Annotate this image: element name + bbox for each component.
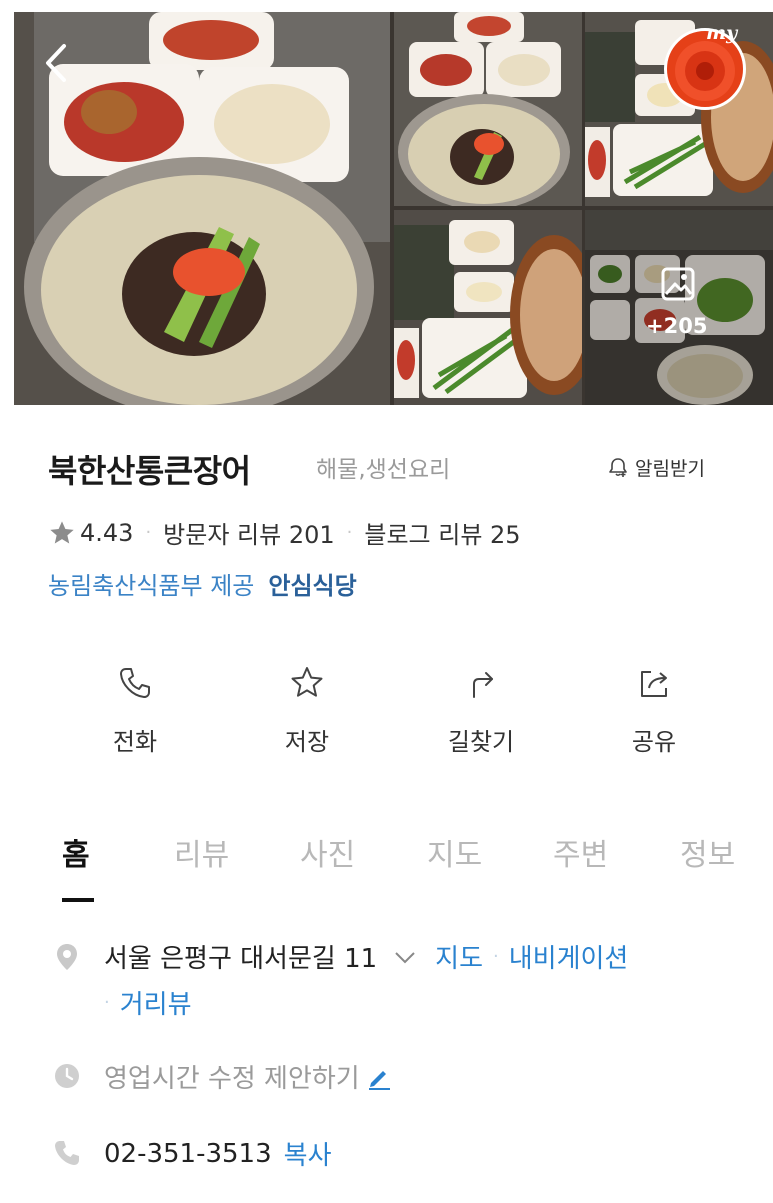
separator-dot: · (346, 522, 353, 543)
separator-dot: · (493, 946, 499, 967)
photo-more-count[interactable]: +205 (646, 314, 707, 338)
star-icon (50, 520, 74, 543)
phone-icon (55, 1141, 79, 1165)
address-row-2: · 거리뷰 (104, 984, 192, 1021)
visitor-reviews-link[interactable]: 방문자 리뷰 201 (163, 515, 334, 550)
hours-suggest-link[interactable]: 영업시간 수정 제안하기 (104, 1058, 392, 1095)
place-category: 해물,생선요리 (316, 457, 451, 483)
streetview-link[interactable]: 거리뷰 (120, 984, 192, 1021)
share-button[interactable]: 공유 (594, 664, 714, 757)
tab-reviews[interactable]: 리뷰 (174, 830, 229, 874)
active-tab-indicator (62, 898, 94, 902)
certification-badge[interactable]: 안심식당 (268, 566, 356, 601)
notify-label: 알림받기 (635, 457, 705, 480)
gallery-more-icon[interactable] (658, 264, 698, 304)
my-badge-label: my (706, 22, 738, 44)
photo-thumb-4[interactable] (585, 210, 773, 405)
certification-row: 농림축산식품부 제공 안심식당 (48, 566, 357, 601)
address-text: 서울 은평구 대서문길 11 (104, 944, 378, 974)
blog-reviews-link[interactable]: 블로그 리뷰 25 (364, 515, 520, 550)
phone-row: 02-351-3513 복사 (104, 1135, 332, 1172)
tab-map[interactable]: 지도 (427, 830, 482, 874)
directions-label: 길찾기 (447, 728, 515, 756)
phone-icon (120, 668, 150, 698)
pencil-icon (368, 1070, 390, 1090)
tab-info[interactable]: 정보 (680, 830, 735, 874)
clock-icon (55, 1064, 79, 1088)
share-icon (641, 671, 667, 697)
hours-suggest-text: 영업시간 수정 제안하기 (104, 1064, 360, 1094)
map-link[interactable]: 지도 (435, 938, 483, 975)
rating-score: 4.43 (80, 518, 134, 547)
save-label: 저장 (284, 728, 330, 756)
tab-photos[interactable]: 사진 (300, 830, 355, 874)
photo-gallery[interactable] (14, 12, 773, 405)
rating-row: 4.43 · 방문자 리뷰 201 · 블로그 리뷰 25 (48, 515, 521, 550)
place-name: 북한산통큰장어 (48, 452, 251, 490)
separator-dot: · (145, 522, 152, 543)
chevron-down-icon[interactable] (393, 948, 417, 966)
directions-icon (473, 672, 493, 698)
share-label: 공유 (631, 728, 677, 756)
photo-thumb-3[interactable] (394, 210, 582, 405)
back-button[interactable] (38, 40, 74, 86)
call-button[interactable]: 전화 (75, 664, 195, 757)
certification-source: 농림축산식품부 제공 (48, 572, 255, 600)
call-label: 전화 (112, 728, 158, 756)
phone-number[interactable]: 02-351-3513 (104, 1139, 272, 1169)
separator-dot: · (104, 992, 110, 1013)
tab-home[interactable]: 홈 (62, 830, 90, 874)
tab-nearby[interactable]: 주변 (553, 830, 608, 874)
bell-add-icon (609, 458, 627, 477)
navigation-link[interactable]: 내비게이션 (509, 938, 629, 975)
copy-button[interactable]: 복사 (284, 1135, 332, 1172)
star-outline-icon (291, 667, 323, 697)
image-icon (661, 267, 695, 301)
location-pin-icon (57, 944, 77, 970)
address-row: 서울 은평구 대서문길 11 지도 · 내비게이션 (104, 938, 628, 975)
save-button[interactable]: 저장 (247, 664, 367, 757)
notify-button[interactable]: 알림받기 (607, 452, 705, 482)
chevron-left-icon (46, 44, 66, 82)
directions-button[interactable]: 길찾기 (421, 664, 541, 757)
photo-thumb-1[interactable] (394, 12, 582, 206)
